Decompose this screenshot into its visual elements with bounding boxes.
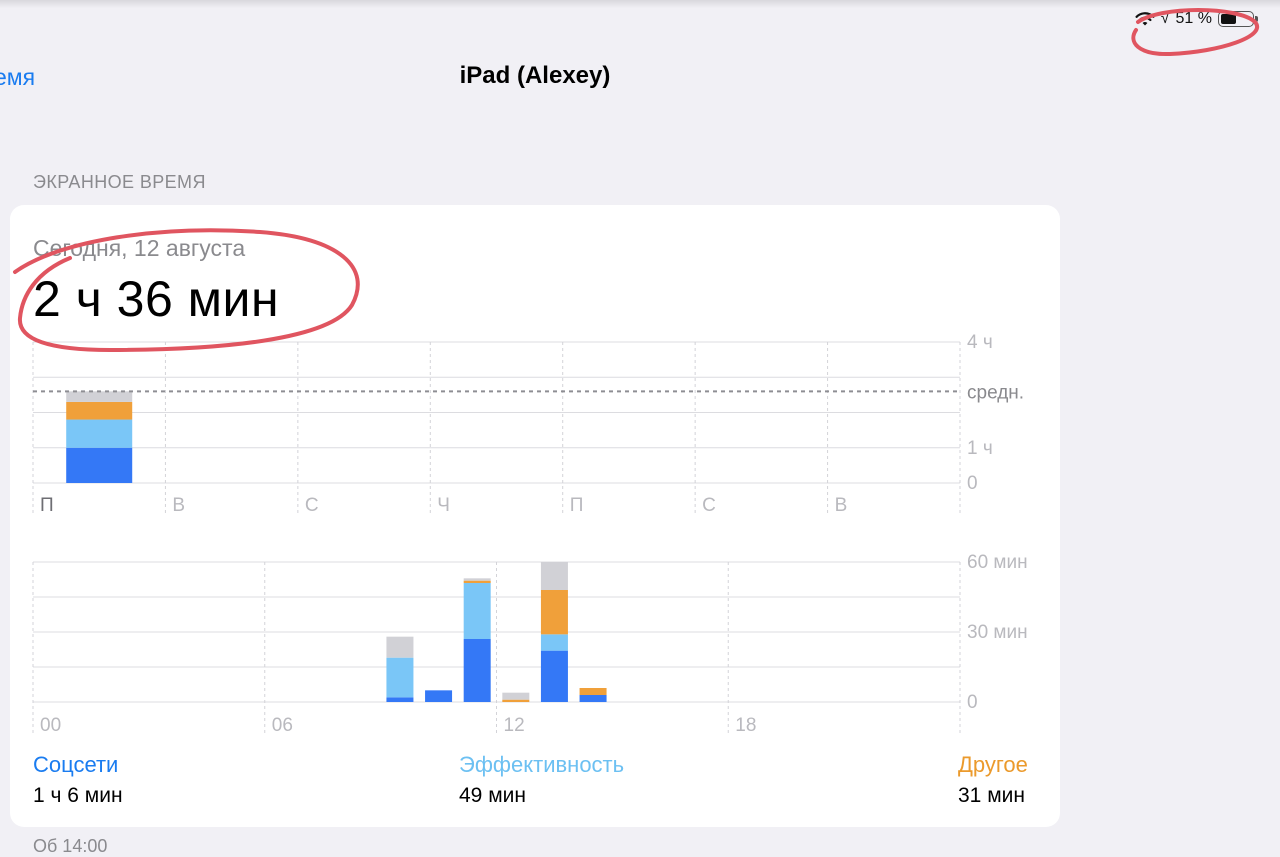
bar-productivity-h13 (540, 634, 568, 651)
hour-label: 12 (504, 715, 525, 736)
bar-social-h9 (386, 697, 414, 702)
bar-rest-h9 (386, 636, 414, 658)
legend-social-label: Соцсети (33, 752, 119, 777)
bar-other-h11 (463, 580, 491, 583)
legend-social-value: 1 ч 6 мин (33, 784, 123, 807)
legend-productivity-value: 49 мин (459, 784, 526, 807)
bar-rest-h13 (540, 562, 568, 590)
hourly-chart[interactable]: 00 06 12 18 60 мин 30 мин 0 (0, 0, 1280, 740)
legend-productivity[interactable]: Эффективность 49 мин (459, 752, 624, 808)
legend-other-label: Другое (958, 752, 1028, 777)
hour-label: 00 (40, 715, 61, 736)
y-tick-label: 30 мин (967, 622, 1028, 643)
bar-productivity-h9 (386, 657, 414, 698)
bar-productivity-h11 (463, 583, 491, 639)
bar-other-h13 (540, 590, 568, 635)
legend-productivity-label: Эффективность (459, 752, 625, 777)
y-tick-label: 0 (967, 692, 978, 713)
bar-other-h12 (502, 699, 530, 702)
hour-label: 06 (272, 715, 293, 736)
bar-social-h13 (540, 650, 568, 702)
bar-rest-h11 (463, 578, 491, 581)
footer-partial-text: Об 14:00 (33, 836, 108, 856)
bar-social-h11 (463, 639, 491, 702)
legend-social[interactable]: Соцсети 1 ч 6 мин (33, 752, 123, 808)
bar-social-h10 (425, 690, 453, 702)
bar-rest-h12 (502, 692, 530, 700)
y-tick-label: 60 мин (967, 552, 1028, 573)
bar-other-h14 (579, 688, 607, 695)
legend-other[interactable]: Другое 31 мин (958, 752, 1028, 808)
legend-other-value: 31 мин (958, 784, 1025, 807)
bar-social-h14 (579, 695, 607, 702)
hour-label: 18 (735, 715, 756, 736)
